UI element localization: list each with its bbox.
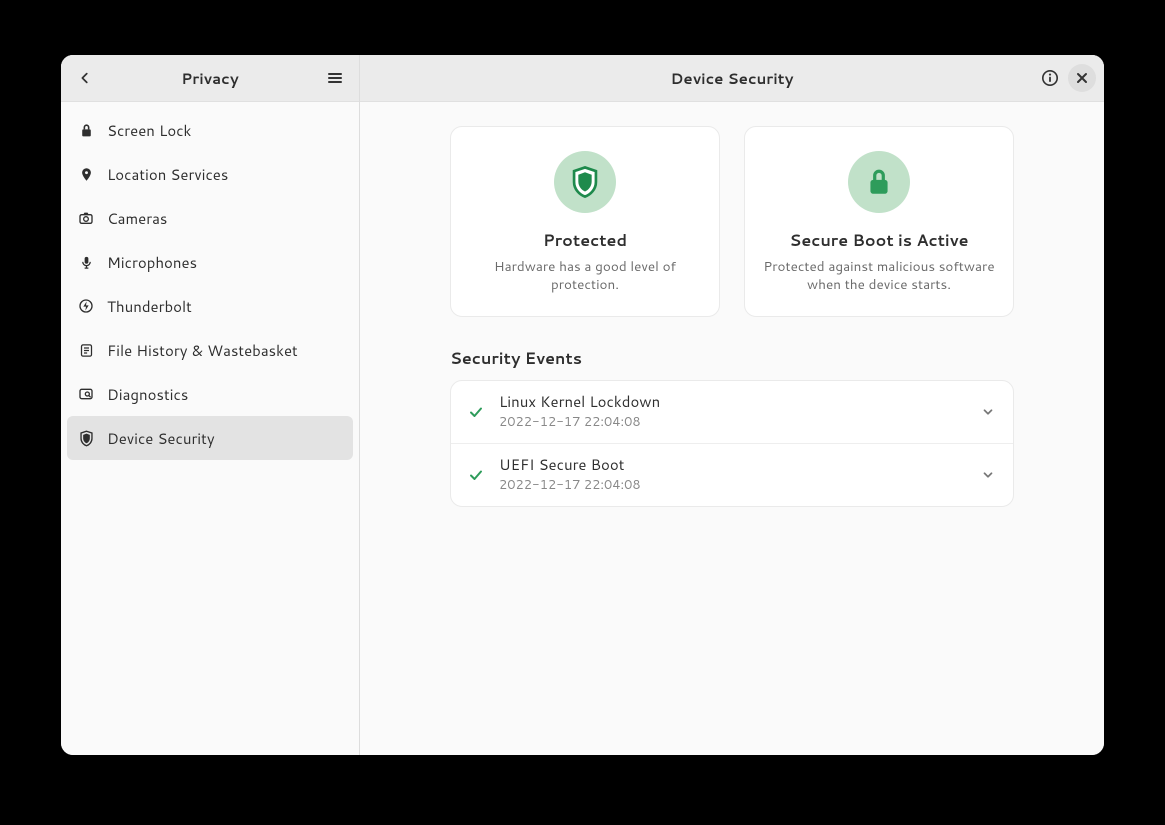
sidebar-item-diagnostics[interactable]: Diagnostics <box>67 372 353 416</box>
sidebar-item-screen-lock[interactable]: Screen Lock <box>67 108 353 152</box>
event-title: Linux Kernel Lockdown <box>499 393 979 412</box>
shield-icon <box>570 165 600 199</box>
lock-icon <box>866 167 892 197</box>
info-icon <box>1041 69 1059 87</box>
sidebar-list: Screen Lock Location Services Cameras Micro… <box>61 102 359 466</box>
camera-icon <box>77 209 95 227</box>
secure-boot-card: Secure Boot is Active Protected against … <box>744 126 1014 317</box>
sidebar-item-label: Screen Lock <box>107 120 191 141</box>
location-icon <box>77 165 95 183</box>
security-event-row[interactable]: Linux Kernel Lockdown2022-12-17 22:04:08 <box>451 381 1013 443</box>
sidebar-item-label: Thunderbolt <box>107 296 192 317</box>
history-icon <box>77 341 95 359</box>
sidebar-item-microphones[interactable]: Microphones <box>67 240 353 284</box>
event-title: UEFI Secure Boot <box>499 456 979 475</box>
diagnostics-icon <box>77 385 95 403</box>
protection-card-desc: Hardware has a good level of protection. <box>469 258 701 294</box>
check-icon <box>467 466 485 484</box>
sidebar-item-label: Device Security <box>107 428 215 449</box>
sidebar-header: Privacy <box>61 55 359 102</box>
sidebar-item-file-history-wastebasket[interactable]: File History & Wastebasket <box>67 328 353 372</box>
sidebar-item-location-services[interactable]: Location Services <box>67 152 353 196</box>
sidebar-title: Privacy <box>101 68 319 89</box>
close-button[interactable] <box>1068 64 1096 92</box>
sidebar: Privacy Screen Lock Location Services Came… <box>61 55 360 755</box>
chevron-down-icon <box>979 405 997 419</box>
settings-window: Privacy Screen Lock Location Services Came… <box>61 55 1104 755</box>
sidebar-item-label: Diagnostics <box>107 384 188 405</box>
status-cards: Protected Hardware has a good level of p… <box>450 126 1014 317</box>
secure-boot-card-desc: Protected against malicious software whe… <box>763 258 995 294</box>
secure-boot-card-title: Secure Boot is Active <box>789 229 968 252</box>
shield-icon <box>77 429 95 447</box>
check-icon <box>467 403 485 421</box>
event-texts: UEFI Secure Boot2022-12-17 22:04:08 <box>499 456 979 494</box>
close-icon <box>1076 72 1088 84</box>
protection-card-title: Protected <box>543 229 627 252</box>
secure-boot-icon-circle <box>848 151 910 213</box>
chevron-down-icon <box>979 468 997 482</box>
security-event-row[interactable]: UEFI Secure Boot2022-12-17 22:04:08 <box>451 443 1013 506</box>
sidebar-item-cameras[interactable]: Cameras <box>67 196 353 240</box>
main-body: Protected Hardware has a good level of p… <box>360 102 1104 507</box>
sidebar-item-label: Cameras <box>107 208 167 229</box>
protection-card: Protected Hardware has a good level of p… <box>450 126 720 317</box>
hamburger-icon <box>327 70 343 86</box>
security-events-list: Linux Kernel Lockdown2022-12-17 22:04:08… <box>450 380 1014 507</box>
back-button[interactable] <box>69 62 101 94</box>
event-timestamp: 2022-12-17 22:04:08 <box>499 476 979 494</box>
microphone-icon <box>77 253 95 271</box>
chevron-left-icon <box>78 71 92 85</box>
main-panel: Device Security Protected Har <box>360 55 1104 755</box>
event-texts: Linux Kernel Lockdown2022-12-17 22:04:08 <box>499 393 979 431</box>
event-timestamp: 2022-12-17 22:04:08 <box>499 413 979 431</box>
thunderbolt-icon <box>77 297 95 315</box>
lock-icon <box>77 121 95 139</box>
sidebar-item-device-security[interactable]: Device Security <box>67 416 353 460</box>
protection-icon-circle <box>554 151 616 213</box>
info-button[interactable] <box>1036 64 1064 92</box>
page-title: Device Security <box>432 68 1032 89</box>
sidebar-item-label: Location Services <box>107 164 228 185</box>
menu-button[interactable] <box>319 62 351 94</box>
sidebar-item-thunderbolt[interactable]: Thunderbolt <box>67 284 353 328</box>
sidebar-item-label: File History & Wastebasket <box>107 340 298 361</box>
sidebar-item-label: Microphones <box>107 252 197 273</box>
main-header: Device Security <box>360 55 1104 102</box>
security-events-heading: Security Events <box>450 347 1014 370</box>
